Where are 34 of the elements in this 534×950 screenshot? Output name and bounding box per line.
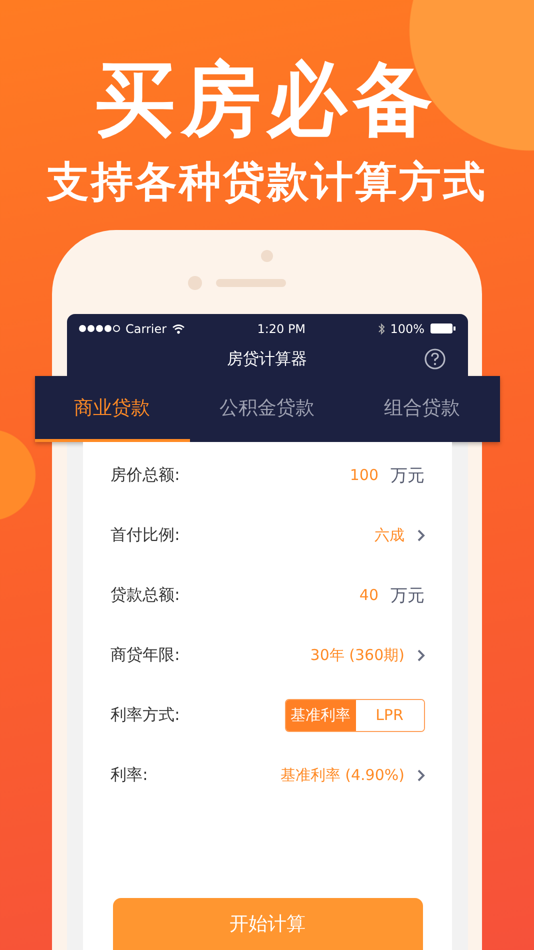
headline: 买房必备 (95, 52, 439, 148)
unit-label: 万元 (390, 584, 424, 606)
field-label: 商贷年限: (110, 644, 180, 666)
field-value[interactable]: 基准利率 (4.90%) (280, 766, 404, 784)
field-value[interactable]: 40 (359, 586, 378, 604)
carrier-name: Carrier (126, 322, 167, 336)
segment-option[interactable]: 基准利率 (286, 700, 356, 730)
calculate-button[interactable]: 开始计算 (112, 898, 422, 950)
bluetooth-icon (378, 322, 386, 334)
subheadline: 支持各种贷款计算方式 (47, 156, 487, 208)
field-label: 房价总额: (110, 464, 180, 486)
tab[interactable]: 公积金贷款 (190, 376, 344, 442)
unit-label: 万元 (390, 464, 424, 486)
battery-icon (430, 323, 456, 334)
camera-dot (188, 276, 202, 290)
chevron-right-icon (416, 768, 424, 782)
chevron-right-icon (416, 528, 424, 542)
chevron-right-icon (416, 648, 424, 662)
signal-icon (78, 325, 120, 332)
clock-time: 1:20 PM (257, 322, 306, 336)
speaker-dot (261, 250, 273, 262)
wifi-icon (172, 324, 185, 334)
field-value[interactable]: 六成 (374, 526, 404, 544)
field-value[interactable]: 30年 (360期) (310, 646, 404, 664)
battery-percent: 100% (390, 322, 424, 336)
help-icon[interactable] (424, 348, 446, 370)
nav-title: 房贷计算器 (227, 349, 307, 370)
earpiece-slot (216, 279, 286, 287)
field-label: 利率: (110, 764, 148, 786)
field-label: 贷款总额: (110, 584, 180, 606)
field-label: 首付比例: (110, 524, 180, 546)
field-label: 利率方式: (110, 704, 180, 726)
tab[interactable]: 组合贷款 (344, 376, 500, 442)
field-value[interactable]: 100 (350, 466, 378, 484)
